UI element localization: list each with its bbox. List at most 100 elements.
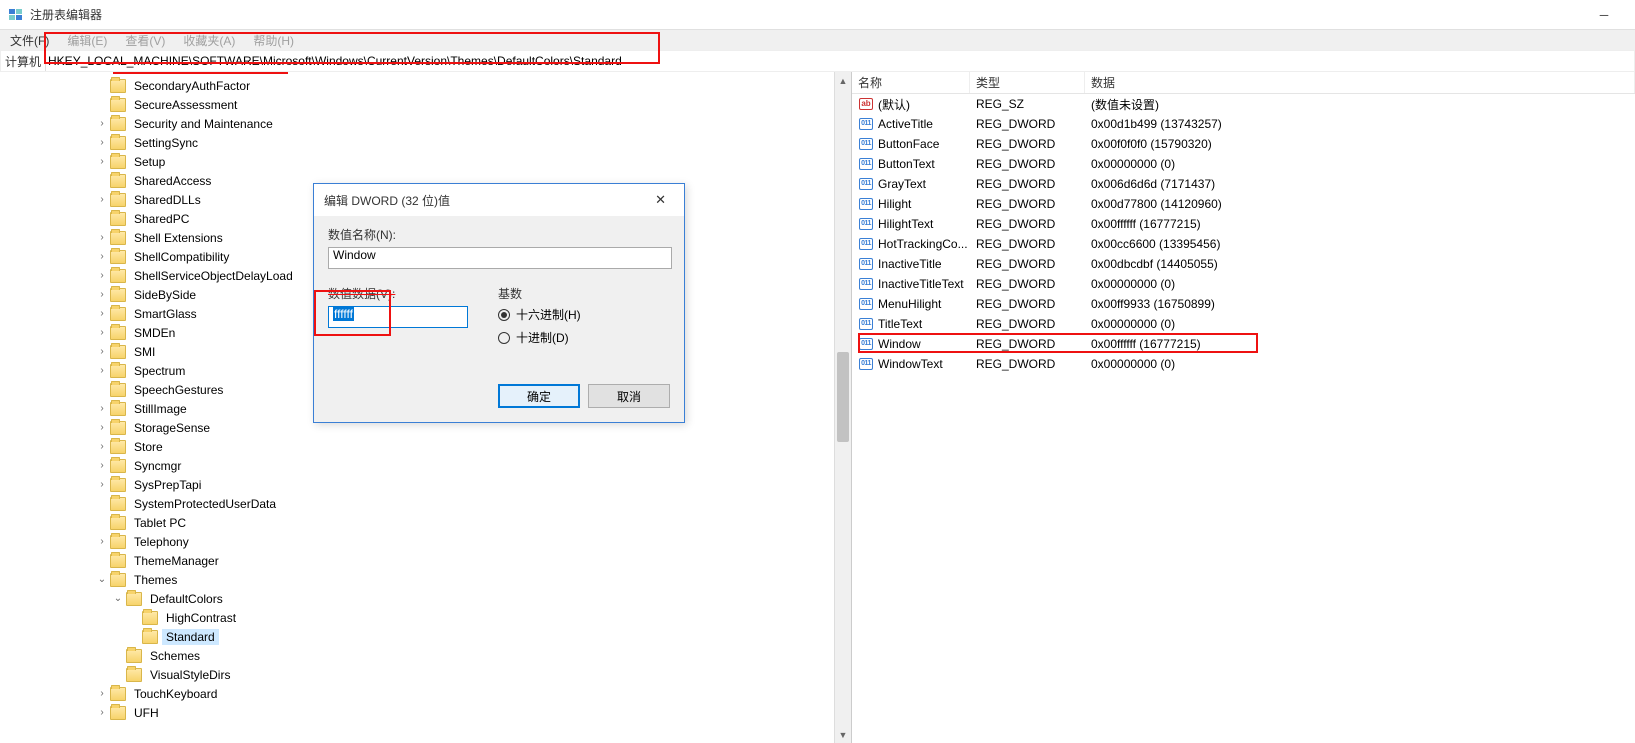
list-row[interactable]: 011HilightREG_DWORD0x00d77800 (14120960) bbox=[852, 194, 1635, 214]
list-header: 名称 类型 数据 bbox=[852, 72, 1635, 94]
tree-item[interactable]: ›UFH bbox=[0, 703, 851, 722]
menu-view[interactable]: 查看(V) bbox=[121, 31, 169, 50]
chevron-right-icon[interactable]: › bbox=[96, 422, 108, 433]
folder-icon bbox=[110, 706, 126, 720]
list-row[interactable]: 011WindowREG_DWORD0x00ffffff (16777215) bbox=[852, 334, 1635, 354]
menu-favorites[interactable]: 收藏夹(A) bbox=[179, 31, 239, 50]
menu-file[interactable]: 文件(F) bbox=[6, 31, 53, 50]
chevron-right-icon[interactable]: › bbox=[96, 289, 108, 300]
menu-help[interactable]: 帮助(H) bbox=[249, 31, 298, 50]
chevron-down-icon[interactable]: ⌄ bbox=[96, 574, 108, 585]
folder-icon bbox=[126, 668, 142, 682]
list-row[interactable]: 011ActiveTitleREG_DWORD0x00d1b499 (13743… bbox=[852, 114, 1635, 134]
tree-scrollbar[interactable]: ▲ ▼ bbox=[834, 72, 851, 743]
tree-item[interactable]: ›Syncmgr bbox=[0, 456, 851, 475]
folder-icon bbox=[110, 383, 126, 397]
chevron-right-icon[interactable]: › bbox=[96, 232, 108, 243]
tree-item[interactable]: Tablet PC bbox=[0, 513, 851, 532]
value-data: 0x00000000 (0) bbox=[1085, 357, 1635, 371]
minimize-button[interactable]: ─ bbox=[1581, 0, 1627, 30]
chevron-right-icon[interactable]: › bbox=[96, 327, 108, 338]
list-row[interactable]: 011HotTrackingCo...REG_DWORD0x00cc6600 (… bbox=[852, 234, 1635, 254]
tree-item[interactable]: SecureAssessment bbox=[0, 95, 851, 114]
chevron-right-icon[interactable]: › bbox=[96, 346, 108, 357]
list-row[interactable]: 011HilightTextREG_DWORD0x00ffffff (16777… bbox=[852, 214, 1635, 234]
tree-item[interactable]: ⌄DefaultColors bbox=[0, 589, 851, 608]
chevron-right-icon[interactable]: › bbox=[96, 365, 108, 376]
column-data[interactable]: 数据 bbox=[1085, 72, 1635, 93]
app-icon bbox=[8, 7, 24, 23]
tree-item[interactable]: HighContrast bbox=[0, 608, 851, 627]
tree-item[interactable]: ›SettingSync bbox=[0, 133, 851, 152]
radio-hex[interactable]: 十六进制(H) bbox=[498, 306, 581, 323]
list-row[interactable]: 011InactiveTitleTextREG_DWORD0x00000000 … bbox=[852, 274, 1635, 294]
chevron-right-icon[interactable]: › bbox=[96, 403, 108, 414]
chevron-right-icon[interactable]: › bbox=[96, 707, 108, 718]
folder-icon bbox=[110, 79, 126, 93]
list-row[interactable]: 011ButtonTextREG_DWORD0x00000000 (0) bbox=[852, 154, 1635, 174]
value-data-label: 数值数据(V): bbox=[328, 285, 468, 302]
tree-item-label: Schemes bbox=[146, 648, 204, 664]
chevron-right-icon[interactable]: › bbox=[96, 156, 108, 167]
chevron-right-icon[interactable]: › bbox=[96, 118, 108, 129]
chevron-right-icon[interactable]: › bbox=[96, 270, 108, 281]
radio-on-icon bbox=[498, 309, 510, 321]
list-row[interactable]: ab(默认)REG_SZ(数值未设置) bbox=[852, 94, 1635, 114]
chevron-right-icon[interactable]: › bbox=[96, 251, 108, 262]
folder-icon bbox=[110, 497, 126, 511]
scrollbar-thumb[interactable] bbox=[837, 352, 849, 442]
chevron-right-icon[interactable]: › bbox=[96, 460, 108, 471]
cancel-button[interactable]: 取消 bbox=[588, 384, 670, 408]
tree-item-label: Shell Extensions bbox=[130, 230, 227, 246]
menu-edit[interactable]: 编辑(E) bbox=[63, 31, 111, 50]
folder-icon bbox=[110, 345, 126, 359]
base-label: 基数 bbox=[498, 285, 581, 302]
tree-item[interactable]: SecondaryAuthFactor bbox=[0, 76, 851, 95]
tree-item[interactable]: ⌄ Themes bbox=[0, 570, 851, 589]
tree-item[interactable]: Standard bbox=[0, 627, 851, 646]
tree-item[interactable]: ThemeManager bbox=[0, 551, 851, 570]
address-path-field[interactable]: HKEY_LOCAL_MACHINE\SOFTWARE\Microsoft\Wi… bbox=[46, 51, 1634, 71]
list-row[interactable]: 011MenuHilightREG_DWORD0x00ff9933 (16750… bbox=[852, 294, 1635, 314]
tree-item-label: Standard bbox=[162, 629, 219, 645]
tree-item[interactable]: ›TouchKeyboard bbox=[0, 684, 851, 703]
tree-item[interactable]: SystemProtectedUserData bbox=[0, 494, 851, 513]
folder-icon bbox=[110, 269, 126, 283]
column-name[interactable]: 名称 bbox=[852, 72, 970, 93]
tree-item[interactable]: ›Store bbox=[0, 437, 851, 456]
folder-icon bbox=[142, 611, 158, 625]
chevron-right-icon[interactable]: › bbox=[96, 479, 108, 490]
value-data: 0x00ffffff (16777215) bbox=[1085, 217, 1635, 231]
binary-value-icon: 011 bbox=[858, 317, 874, 331]
chevron-right-icon[interactable]: › bbox=[96, 536, 108, 547]
scroll-down-icon[interactable]: ▼ bbox=[835, 726, 851, 743]
chevron-right-icon[interactable]: › bbox=[96, 688, 108, 699]
list-row[interactable]: 011InactiveTitleREG_DWORD0x00dbcdbf (144… bbox=[852, 254, 1635, 274]
chevron-right-icon[interactable]: › bbox=[96, 308, 108, 319]
tree-item[interactable]: VisualStyleDirs bbox=[0, 665, 851, 684]
value-name-input[interactable]: Window bbox=[328, 247, 672, 269]
chevron-right-icon[interactable]: › bbox=[96, 194, 108, 205]
chevron-down-icon[interactable]: ⌄ bbox=[112, 593, 124, 604]
value-name: HilightText bbox=[878, 217, 933, 231]
list-row[interactable]: 011GrayTextREG_DWORD0x006d6d6d (7171437) bbox=[852, 174, 1635, 194]
tree-item-label: SecondaryAuthFactor bbox=[130, 78, 254, 94]
folder-icon bbox=[110, 117, 126, 131]
radio-dec[interactable]: 十进制(D) bbox=[498, 329, 581, 346]
chevron-right-icon[interactable]: › bbox=[96, 137, 108, 148]
ok-button[interactable]: 确定 bbox=[498, 384, 580, 408]
chevron-right-icon[interactable]: › bbox=[96, 441, 108, 452]
list-row[interactable]: 011TitleTextREG_DWORD0x00000000 (0) bbox=[852, 314, 1635, 334]
list-row[interactable]: 011ButtonFaceREG_DWORD0x00f0f0f0 (157903… bbox=[852, 134, 1635, 154]
tree-item[interactable]: ›Setup bbox=[0, 152, 851, 171]
value-data-input[interactable]: ffffff bbox=[328, 306, 468, 328]
column-type[interactable]: 类型 bbox=[970, 72, 1085, 93]
scroll-up-icon[interactable]: ▲ bbox=[835, 72, 851, 89]
tree-item[interactable]: ›SysPrepTapi bbox=[0, 475, 851, 494]
tree-item[interactable]: Schemes bbox=[0, 646, 851, 665]
tree-item[interactable]: ›Security and Maintenance bbox=[0, 114, 851, 133]
list-row[interactable]: 011WindowTextREG_DWORD0x00000000 (0) bbox=[852, 354, 1635, 374]
tree-item[interactable]: ›Telephony bbox=[0, 532, 851, 551]
close-icon[interactable]: ✕ bbox=[647, 188, 674, 212]
tree-item-label: Themes bbox=[130, 572, 181, 588]
